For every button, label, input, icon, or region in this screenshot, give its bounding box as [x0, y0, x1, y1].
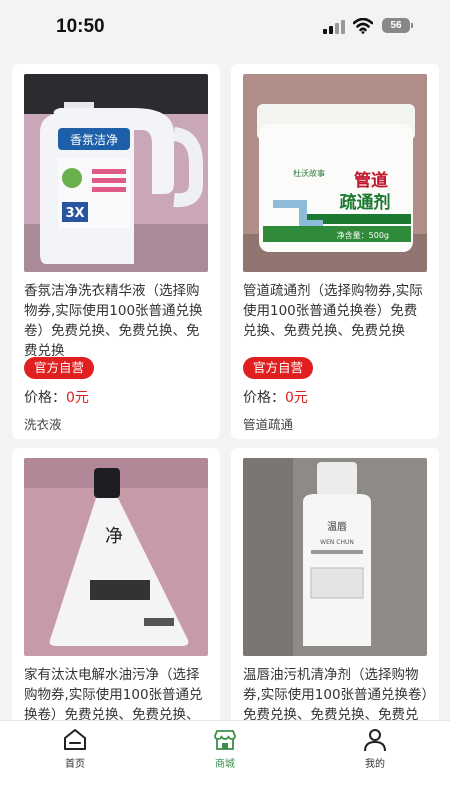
product-title: 家有汰汰电解水油污净（选择购物券,实际使用100张普通兑换卷）免费兑换、免费兑换… [24, 667, 203, 720]
battery-icon: 56 [382, 18, 413, 33]
svg-text:管道: 管道 [354, 170, 388, 191]
home-icon [64, 729, 86, 750]
svg-text:杜沃故事: 杜沃故事 [293, 168, 325, 178]
product-title: 管道疏通剂（选择购物券,实际使用100张普通兑换卷）免费兑换、免费兑换、免费兑换 [243, 283, 423, 339]
product-category: 洗衣液 [24, 417, 62, 432]
product-image-pipe-dredge: 杜沃故事 管道 疏通剂 净含量：500g [243, 74, 427, 272]
product-card[interactable]: 香氛洁净 3X 香氛洁净洗衣精华液（选择购物券,实际使用100张普通兑换卷）免费… [12, 64, 220, 439]
product-title: 温唇油污机清净剂（选择购物券,实际使用100张普通兑换卷）免费兑换、免费兑换、免… [243, 667, 429, 720]
svg-text:温唇: 温唇 [327, 521, 347, 533]
bottom-tab-bar: 首页 商城 我的 [0, 720, 450, 800]
price-label: 价格： [243, 390, 285, 406]
product-price: 价格：0元 [243, 387, 308, 407]
price-value: 0元 [66, 390, 89, 406]
product-title: 香氛洁净洗衣精华液（选择购物券,实际使用100张普通兑换卷）免费兑换、免费兑换、… [24, 283, 203, 359]
svg-text:净含量：500g: 净含量：500g [337, 230, 389, 240]
product-image-degreaser: 净 [24, 458, 208, 656]
price-value: 0元 [285, 390, 308, 406]
svg-text:净: 净 [105, 526, 123, 547]
tab-store[interactable]: 商城 [180, 727, 270, 777]
status-time: 10:50 [56, 16, 105, 37]
tab-store-label: 商城 [215, 759, 235, 770]
official-badge: 官方自营 [24, 357, 95, 379]
svg-text:WEN CHUN: WEN CHUN [320, 539, 354, 546]
product-category: 管道疏通 [243, 417, 294, 432]
tab-profile[interactable]: 我的 [330, 727, 420, 777]
tab-profile-label: 我的 [365, 759, 385, 770]
product-image-oil-cleaner: 温唇 WEN CHUN [243, 458, 427, 656]
wifi-icon [353, 18, 373, 34]
price-label: 价格： [24, 390, 66, 406]
tab-home-label: 首页 [65, 759, 85, 770]
product-card[interactable]: 杜沃故事 管道 疏通剂 净含量：500g 管道疏通剂（选择购物券,实际使用100… [231, 64, 439, 439]
tab-home[interactable]: 首页 [30, 727, 120, 777]
svg-text:香氛洁净: 香氛洁净 [70, 133, 118, 147]
store-icon [214, 730, 236, 750]
product-grid: 香氛洁净 3X 香氛洁净洗衣精华液（选择购物券,实际使用100张普通兑换卷）免费… [0, 52, 450, 720]
status-bar: 10:50 56 [0, 0, 450, 52]
product-card[interactable]: 净 家有汰汰电解水油污净（选择购物券,实际使用100张普通兑换卷）免费兑换、免费… [12, 448, 220, 720]
person-icon [364, 729, 386, 752]
official-badge: 官方自营 [243, 357, 314, 379]
svg-text:疏通剂: 疏通剂 [340, 192, 391, 213]
product-card[interactable]: 温唇 WEN CHUN 温唇油污机清净剂（选择购物券,实际使用100张普通兑换卷… [231, 448, 439, 720]
svg-text:3X: 3X [65, 206, 84, 221]
product-image-laundry-detergent: 香氛洁净 3X [24, 74, 208, 272]
signal-icon [323, 20, 345, 34]
product-price: 价格：0元 [24, 387, 89, 407]
